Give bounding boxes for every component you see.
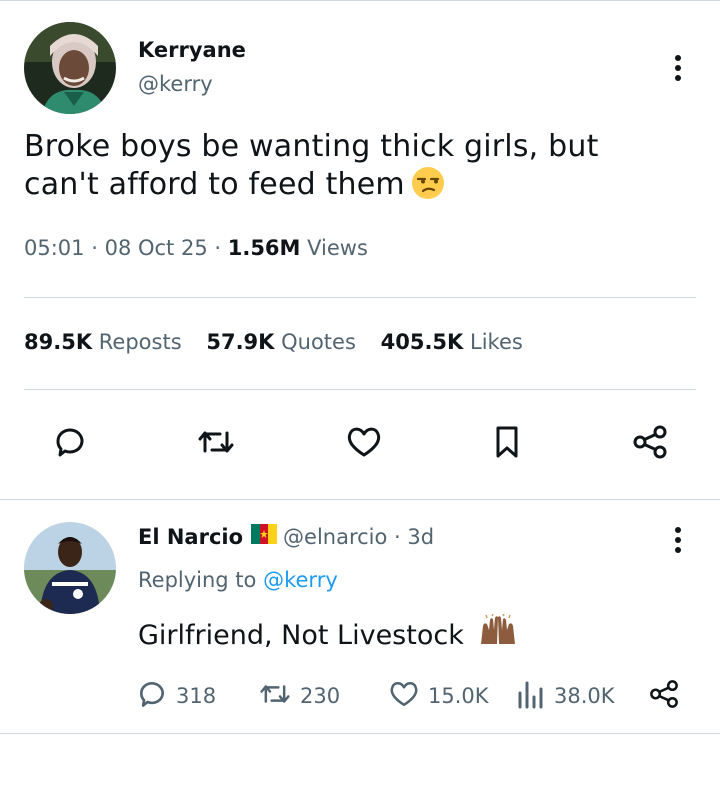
author-name[interactable]: Kerryane <box>138 38 246 62</box>
share-icon[interactable] <box>628 420 672 464</box>
likes-stat[interactable]: 405.5K Likes <box>381 330 523 354</box>
quotes-stat[interactable]: 57.9K Quotes <box>206 330 356 354</box>
reply-author-avatar[interactable] <box>24 522 116 614</box>
bookmark-icon[interactable] <box>485 420 529 464</box>
reply-author-name[interactable]: El Narcio <box>138 525 243 549</box>
meta-separator: · <box>214 236 228 260</box>
repost-icon[interactable] <box>194 420 238 464</box>
views-count: 1.56M <box>227 236 301 260</box>
reply-icon <box>136 678 176 715</box>
reply-age[interactable]: 3d <box>407 525 434 549</box>
reply-repost-button[interactable]: 230 <box>258 678 340 714</box>
reply-views-button[interactable]: 38.0K <box>516 678 615 714</box>
bottom-divider <box>0 733 720 734</box>
reply-share-button[interactable] <box>648 678 688 714</box>
tweet-meta: 05:01 · 08 Oct 25 · 1.56M Views <box>24 236 368 260</box>
tweet-body: Broke boys be wanting thick girls, but c… <box>24 129 599 202</box>
reply-text: Girlfriend, Not Livestock <box>138 613 518 655</box>
view-count: 38.0K <box>554 684 615 708</box>
repost-count: 230 <box>300 684 341 708</box>
more-options-icon[interactable] <box>666 524 690 556</box>
views-label: Views <box>307 236 368 260</box>
author-handle[interactable]: @kerry <box>138 72 213 96</box>
like-count: 15.0K <box>428 684 489 708</box>
meta-separator: · <box>387 524 408 549</box>
like-icon <box>388 679 428 714</box>
divider <box>24 297 696 298</box>
divider <box>24 389 696 390</box>
views-icon <box>516 679 554 714</box>
reply-like-button[interactable]: 15.0K <box>388 678 489 714</box>
reply-tweet[interactable]: El Narcio @elnarcio · 3d Replying to @ke… <box>0 500 720 734</box>
author-avatar[interactable] <box>24 22 116 114</box>
repost-icon <box>258 679 300 714</box>
reply-body: Girlfriend, Not Livestock <box>138 620 464 651</box>
tweet-time: 05:01 <box>24 236 85 260</box>
reply-action-bar: 318 230 15.0K 38.0K <box>136 678 696 714</box>
reply-header: El Narcio @elnarcio · 3d <box>138 524 434 549</box>
engagement-stats: 89.5K Reposts 57.9K Quotes 405.5K Likes <box>24 330 541 354</box>
unamused-face-icon <box>411 166 445 210</box>
reposts-stat[interactable]: 89.5K Reposts <box>24 330 182 354</box>
meta-separator: · <box>91 236 105 260</box>
main-tweet: Kerryane @kerry Broke boys be wanting th… <box>0 0 720 500</box>
share-icon <box>648 678 688 715</box>
more-options-icon[interactable] <box>666 52 690 84</box>
reply-count: 318 <box>176 684 217 708</box>
tweet-text: Broke boys be wanting thick girls, but c… <box>24 128 674 210</box>
replying-handle-link[interactable]: @kerry <box>263 568 338 592</box>
reply-reply-button[interactable]: 318 <box>136 678 216 714</box>
tweet-date[interactable]: 08 Oct 25 <box>105 236 208 260</box>
raising-hands-icon <box>478 613 518 655</box>
cameroon-flag-icon <box>251 524 278 549</box>
replying-prefix: Replying to <box>138 568 257 592</box>
replying-to: Replying to @kerry <box>138 568 338 592</box>
reply-icon[interactable] <box>48 420 92 464</box>
reply-author-handle[interactable]: @elnarcio <box>283 525 387 549</box>
like-icon[interactable] <box>342 420 386 464</box>
